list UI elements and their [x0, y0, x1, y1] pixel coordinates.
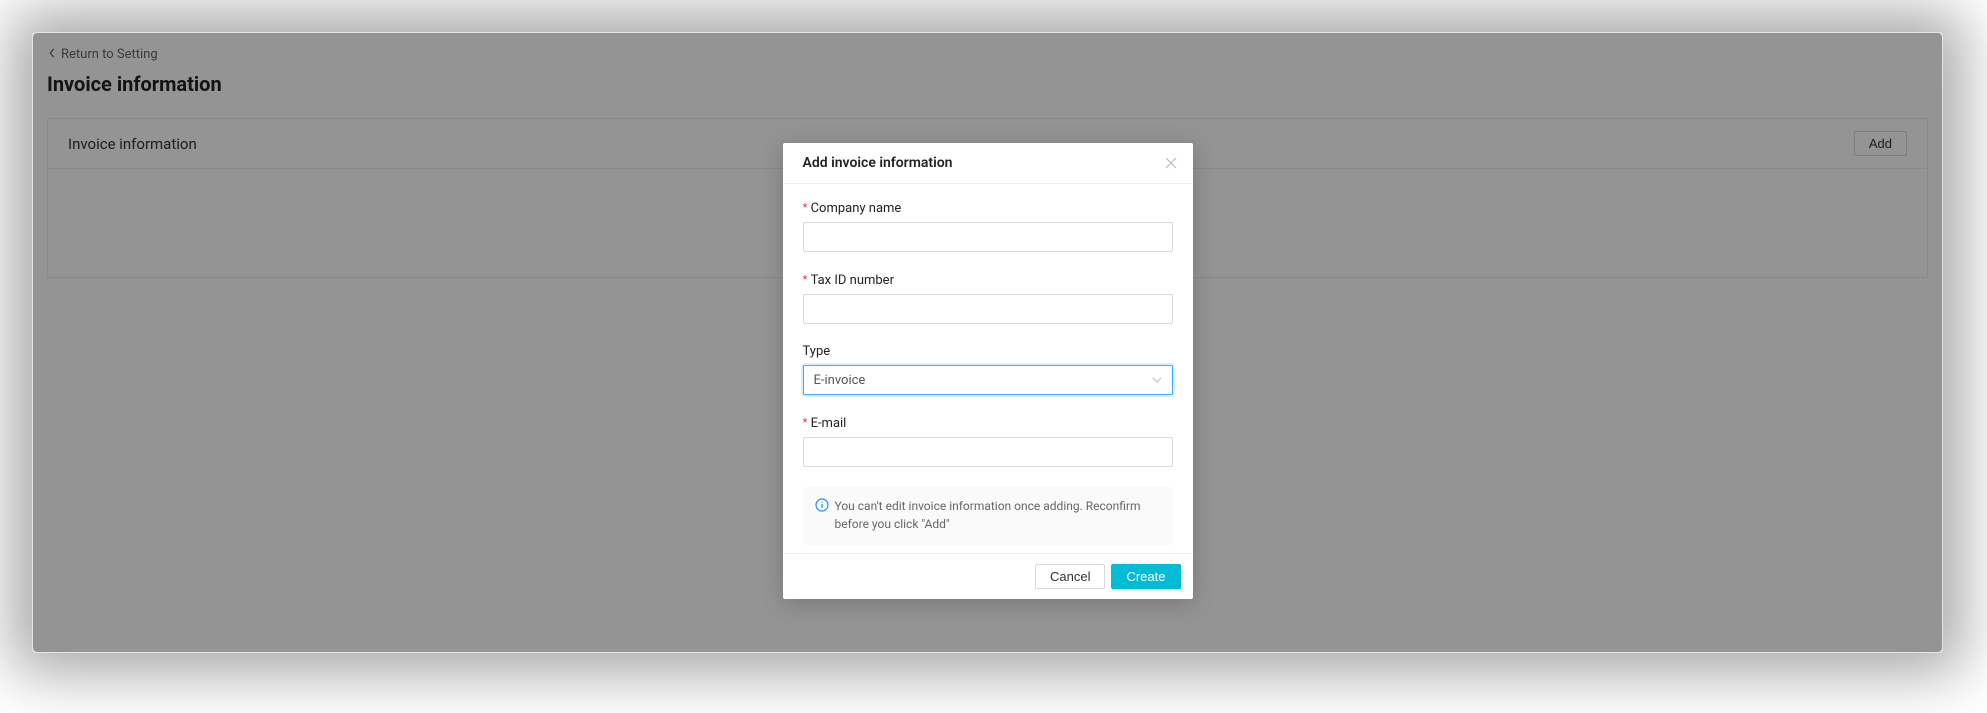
type-label: Type	[803, 344, 1173, 359]
company-name-input[interactable]	[803, 222, 1173, 252]
modal-header: Add invoice information	[783, 143, 1193, 184]
close-icon[interactable]	[1163, 155, 1179, 171]
type-select[interactable]: E-invoice	[803, 365, 1173, 395]
add-invoice-modal: Add invoice information *Company name *T…	[783, 143, 1193, 599]
required-asterisk: *	[803, 200, 808, 215]
form-item-email: *E-mail	[803, 415, 1173, 467]
modal-body: *Company name *Tax ID number Type E-invo…	[783, 184, 1193, 553]
form-item-type: Type E-invoice	[803, 344, 1173, 395]
tax-id-label: *Tax ID number	[803, 272, 1173, 288]
type-select-value: E-invoice	[814, 373, 866, 388]
email-label: *E-mail	[803, 415, 1173, 431]
company-name-label-text: Company name	[811, 201, 902, 216]
chevron-down-icon	[1152, 377, 1162, 383]
cancel-button[interactable]: Cancel	[1035, 564, 1105, 589]
notice-text: You can't edit invoice information once …	[835, 497, 1161, 533]
modal-footer: Cancel Create	[783, 553, 1193, 599]
create-button[interactable]: Create	[1111, 564, 1180, 589]
tax-id-input[interactable]	[803, 294, 1173, 324]
company-name-label: *Company name	[803, 200, 1173, 216]
app-window: Return to Setting Invoice information In…	[32, 32, 1943, 653]
email-input[interactable]	[803, 437, 1173, 467]
email-label-text: E-mail	[811, 416, 847, 431]
tax-id-label-text: Tax ID number	[811, 273, 894, 288]
form-item-company-name: *Company name	[803, 200, 1173, 252]
required-asterisk: *	[803, 415, 808, 430]
form-item-tax-id: *Tax ID number	[803, 272, 1173, 324]
notice-box: You can't edit invoice information once …	[803, 487, 1173, 545]
info-circle-icon	[815, 498, 829, 533]
required-asterisk: *	[803, 272, 808, 287]
modal-title: Add invoice information	[803, 155, 953, 171]
